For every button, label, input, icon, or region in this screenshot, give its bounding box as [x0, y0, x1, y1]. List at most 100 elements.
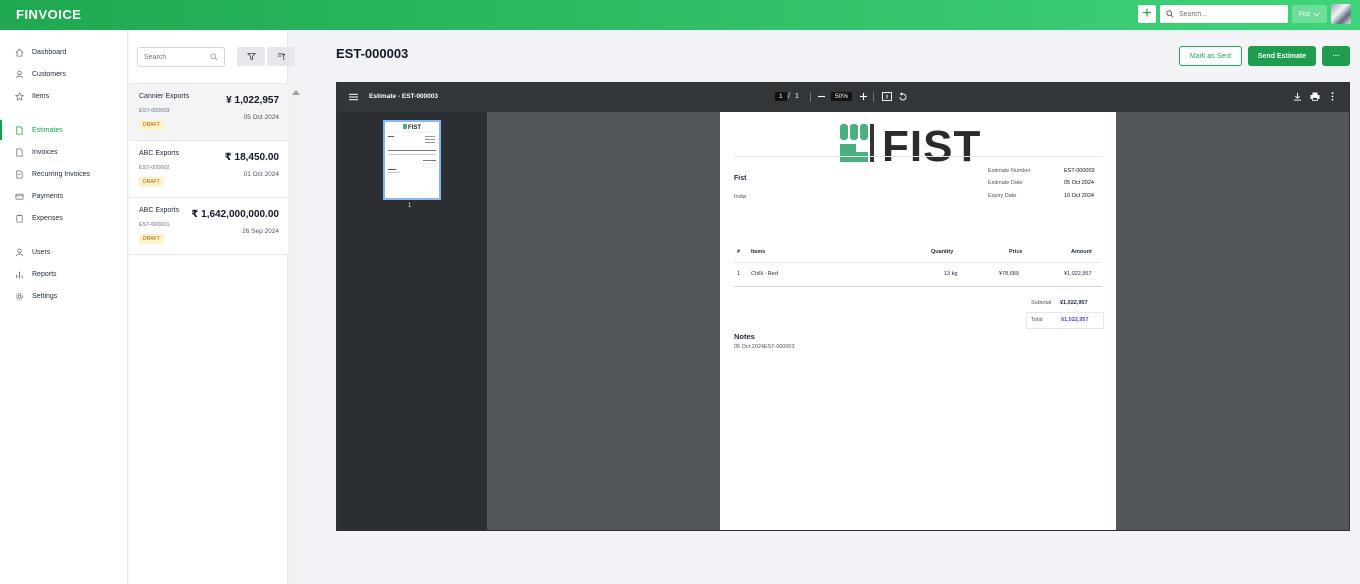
more-options-button[interactable]: ···	[1322, 46, 1350, 66]
estimate-amount: ₹ 18,450.00	[224, 152, 279, 163]
sidebar-item-label: Invoices	[32, 148, 58, 156]
meta-label: Estimate Number	[988, 168, 1031, 174]
top-bar: FINVOICE + Fist	[0, 0, 1360, 30]
list-search[interactable]	[137, 47, 225, 67]
global-search[interactable]	[1160, 5, 1288, 23]
meta-label: Expiry Date	[988, 193, 1017, 199]
table-header-amount: Amount	[1071, 249, 1092, 255]
company-name: Fist	[734, 175, 747, 182]
toolbar-divider	[810, 92, 811, 102]
thumbnail-page-label: 1	[408, 203, 412, 209]
mark-as-sent-button[interactable]: Mark as Sent	[1179, 46, 1242, 66]
page-total: 1	[795, 93, 799, 100]
row-num: 1	[737, 271, 741, 277]
sort-button[interactable]	[267, 47, 295, 66]
status-badge: DRAFT	[139, 177, 164, 187]
sidebar-item-label: Payments	[32, 192, 64, 200]
send-estimate-button[interactable]: Send Estimate	[1248, 46, 1316, 66]
list-item[interactable]: ABC Exports EST-000001 ₹ 1,642,000,000.0…	[129, 198, 288, 255]
row-item: Chilli - Red	[751, 271, 778, 277]
sidebar-item-reports[interactable]: Reports	[0, 264, 128, 284]
list-item[interactable]: Cannier Exports EST-000003 ¥ 1,022,957 0…	[129, 84, 288, 141]
sidebar-item-label: Dashboard	[32, 48, 67, 56]
pdf-page: FIST Fist India Estimate Number EST-0000…	[720, 112, 1116, 530]
zoom-level[interactable]: 50%	[831, 92, 853, 101]
sidebar-item-recurring-invoices[interactable]: Recurring Invoices	[0, 164, 128, 184]
search-icon	[210, 53, 218, 61]
sort-icon	[277, 53, 285, 61]
zoom-in-icon[interactable]	[860, 93, 867, 100]
sidebar-item-expenses[interactable]: Expenses	[0, 208, 128, 228]
download-icon[interactable]	[1293, 92, 1302, 101]
notes-text: 05 Oct 2024EST-000003	[734, 344, 795, 350]
menu-icon[interactable]	[349, 93, 358, 101]
page-title: EST-000003	[336, 46, 409, 61]
sidebar-item-label: Users	[32, 248, 51, 256]
clipboard-icon	[14, 213, 24, 223]
table-header-price: Price	[1009, 249, 1023, 255]
sidebar: Dashboard Customers Items Estimates Invo…	[0, 30, 128, 584]
estimate-date: 26 Sep 2024	[242, 228, 279, 235]
chart-icon	[14, 269, 24, 279]
table-header-num: #	[737, 249, 741, 255]
estimate-customer: ABC Exports	[139, 207, 180, 214]
sidebar-item-settings[interactable]: Settings	[0, 286, 128, 306]
list-scrollbar[interactable]	[288, 88, 303, 584]
more-vertical-icon[interactable]	[1331, 92, 1334, 101]
meta-value: EST-000003	[1064, 168, 1095, 174]
global-search-input[interactable]	[1179, 10, 1279, 18]
meta-value: 10 Oct 2024	[1064, 193, 1094, 199]
company-switcher[interactable]: Fist	[1292, 5, 1327, 23]
list-item[interactable]: ABC Exports EST-000002 ₹ 18,450.00 01 Oc…	[129, 141, 288, 198]
users-icon	[14, 247, 24, 257]
page-number-input[interactable]: 1	[775, 92, 787, 101]
table-header-quantity: Quantity	[931, 249, 954, 255]
pdf-toolbar: Estimate - EST-000003 1 / 1 50%	[337, 83, 1349, 112]
table-rule	[734, 286, 1102, 287]
fist-logo: FIST	[840, 122, 980, 166]
total-value: ¥1,022,957	[1061, 317, 1089, 323]
scroll-up-arrow[interactable]	[292, 90, 300, 95]
search-icon	[1166, 10, 1174, 18]
estimate-date: 01 Oct 2024	[243, 171, 279, 178]
document-icon	[14, 125, 24, 135]
sidebar-item-estimates[interactable]: Estimates	[0, 120, 128, 140]
meta-value: 05 Oct 2024	[1064, 180, 1094, 186]
app-logo[interactable]: FINVOICE	[16, 7, 81, 22]
fit-page-icon[interactable]	[882, 92, 892, 101]
thumbnail-preview: FIST	[388, 124, 437, 173]
sidebar-item-customers[interactable]: Customers	[0, 64, 128, 84]
home-icon	[14, 47, 24, 57]
card-icon	[14, 191, 24, 201]
sidebar-item-dashboard[interactable]: Dashboard	[0, 42, 128, 62]
sidebar-item-label: Items	[32, 92, 50, 100]
estimate-date: 05 Oct 2024	[243, 114, 279, 121]
page-thumbnail[interactable]: FIST	[383, 120, 441, 200]
pdf-viewer: Estimate - EST-000003 1 / 1 50% FIST 1 F…	[336, 82, 1350, 531]
recurring-file-icon	[14, 169, 24, 179]
row-price: ¥78,689	[999, 271, 1019, 277]
sidebar-item-payments[interactable]: Payments	[0, 186, 128, 206]
row-quantity: 13 kg	[944, 271, 958, 277]
sidebar-item-invoices[interactable]: Invoices	[0, 142, 128, 162]
toolbar-divider	[873, 92, 874, 102]
logo-text: FIST	[882, 122, 980, 166]
thumbnail-brand: FIST	[408, 125, 421, 131]
rotate-icon[interactable]	[898, 92, 908, 102]
estimate-number: EST-000002	[139, 165, 170, 171]
zoom-out-icon[interactable]	[818, 95, 825, 98]
list-search-input[interactable]	[144, 53, 204, 61]
thumbnail-pane: FIST 1	[337, 112, 487, 530]
print-icon[interactable]	[1310, 92, 1320, 101]
subtotal-label: Subtotal	[1031, 300, 1052, 306]
avatar[interactable]	[1331, 4, 1351, 24]
sidebar-item-users[interactable]: Users	[0, 242, 128, 262]
estimate-number: EST-000001	[139, 222, 170, 228]
table-rule	[734, 262, 1102, 263]
status-badge: DRAFT	[139, 234, 164, 244]
sidebar-item-items[interactable]: Items	[0, 86, 128, 106]
add-button[interactable]: +	[1138, 5, 1156, 23]
filter-button[interactable]	[237, 47, 265, 66]
chevron-down-icon	[1313, 12, 1320, 17]
page-separator: /	[788, 93, 790, 100]
